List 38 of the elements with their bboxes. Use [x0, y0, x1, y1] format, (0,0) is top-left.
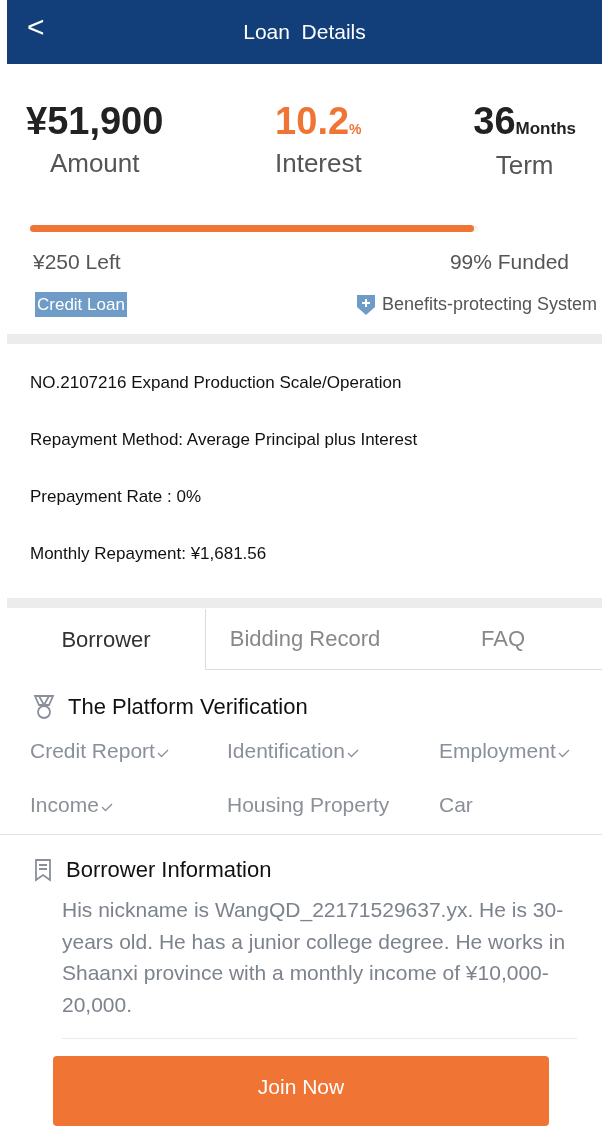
- stat-label: Term: [495, 148, 554, 182]
- check-icon: [156, 749, 169, 759]
- stat-unit: Months: [515, 119, 576, 140]
- protection-label: Benefits-protecting System: [381, 293, 597, 316]
- check-icon: [100, 802, 113, 812]
- verification-item: Employment: [439, 738, 556, 764]
- check-icon: [346, 749, 359, 759]
- verification-item: Income: [30, 791, 99, 818]
- loan-detail: Repayment Method: Average Principal plus Interest: [30, 429, 419, 451]
- loan-detail: Prepayment Rate : 0%: [30, 486, 203, 508]
- verification-item: Housing Property: [227, 791, 390, 818]
- verification-item: Credit Report: [30, 738, 155, 764]
- loan-detail: Monthly Repayment: ¥1,681.56: [30, 543, 268, 565]
- stat-value: 36: [473, 102, 516, 140]
- medal-icon: [32, 693, 56, 720]
- stat-value: ¥51,900: [26, 102, 164, 140]
- section-title: Borrower Information: [66, 856, 272, 884]
- tab[interactable]: Bidding Record: [206, 608, 404, 669]
- borrower-description: His nickname is WangQD_22171529637.yx. He is 30-years old. He has a junior college degree. He works in Shaanxi province with a monthly income of ¥10,000-20,000.: [62, 894, 577, 1039]
- stat-label: Amount: [49, 147, 140, 180]
- bookmark-icon: [34, 857, 52, 882]
- check-icon: [557, 749, 570, 759]
- verification-item: Identification: [227, 738, 345, 764]
- tab[interactable]: FAQ: [404, 608, 602, 669]
- stat-unit: %: [349, 121, 362, 139]
- loan-detail: NO.2107216 Expand Production Scale/Operation: [30, 372, 403, 394]
- verification-item: Car: [439, 791, 473, 818]
- funded-percent: 99% Funded: [449, 248, 569, 275]
- join-button[interactable]: Join Now: [53, 1056, 549, 1126]
- shield-icon: [355, 293, 376, 316]
- page-title: Loan Details: [243, 19, 366, 46]
- stat-value: 10.2: [275, 102, 350, 140]
- amount-left: ¥250 Left: [33, 248, 121, 275]
- back-button[interactable]: <: [27, 12, 45, 42]
- loan-tag: Credit Loan: [35, 291, 127, 318]
- tab[interactable]: Borrower: [7, 609, 206, 670]
- stat-label: Interest: [274, 147, 362, 180]
- section-title: The Platform Verification: [68, 693, 308, 721]
